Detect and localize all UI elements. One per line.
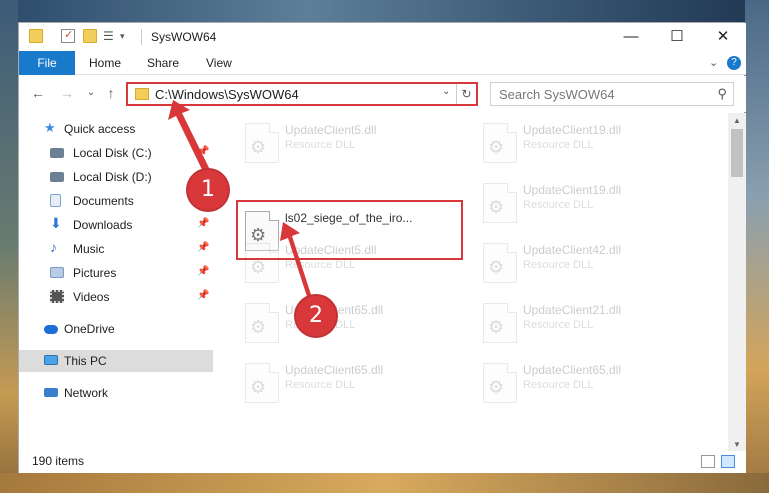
annotation-badge-2: 2: [296, 296, 336, 336]
annotation-overlay: [168, 100, 316, 312]
annotation-badge-1: 1: [188, 170, 228, 210]
